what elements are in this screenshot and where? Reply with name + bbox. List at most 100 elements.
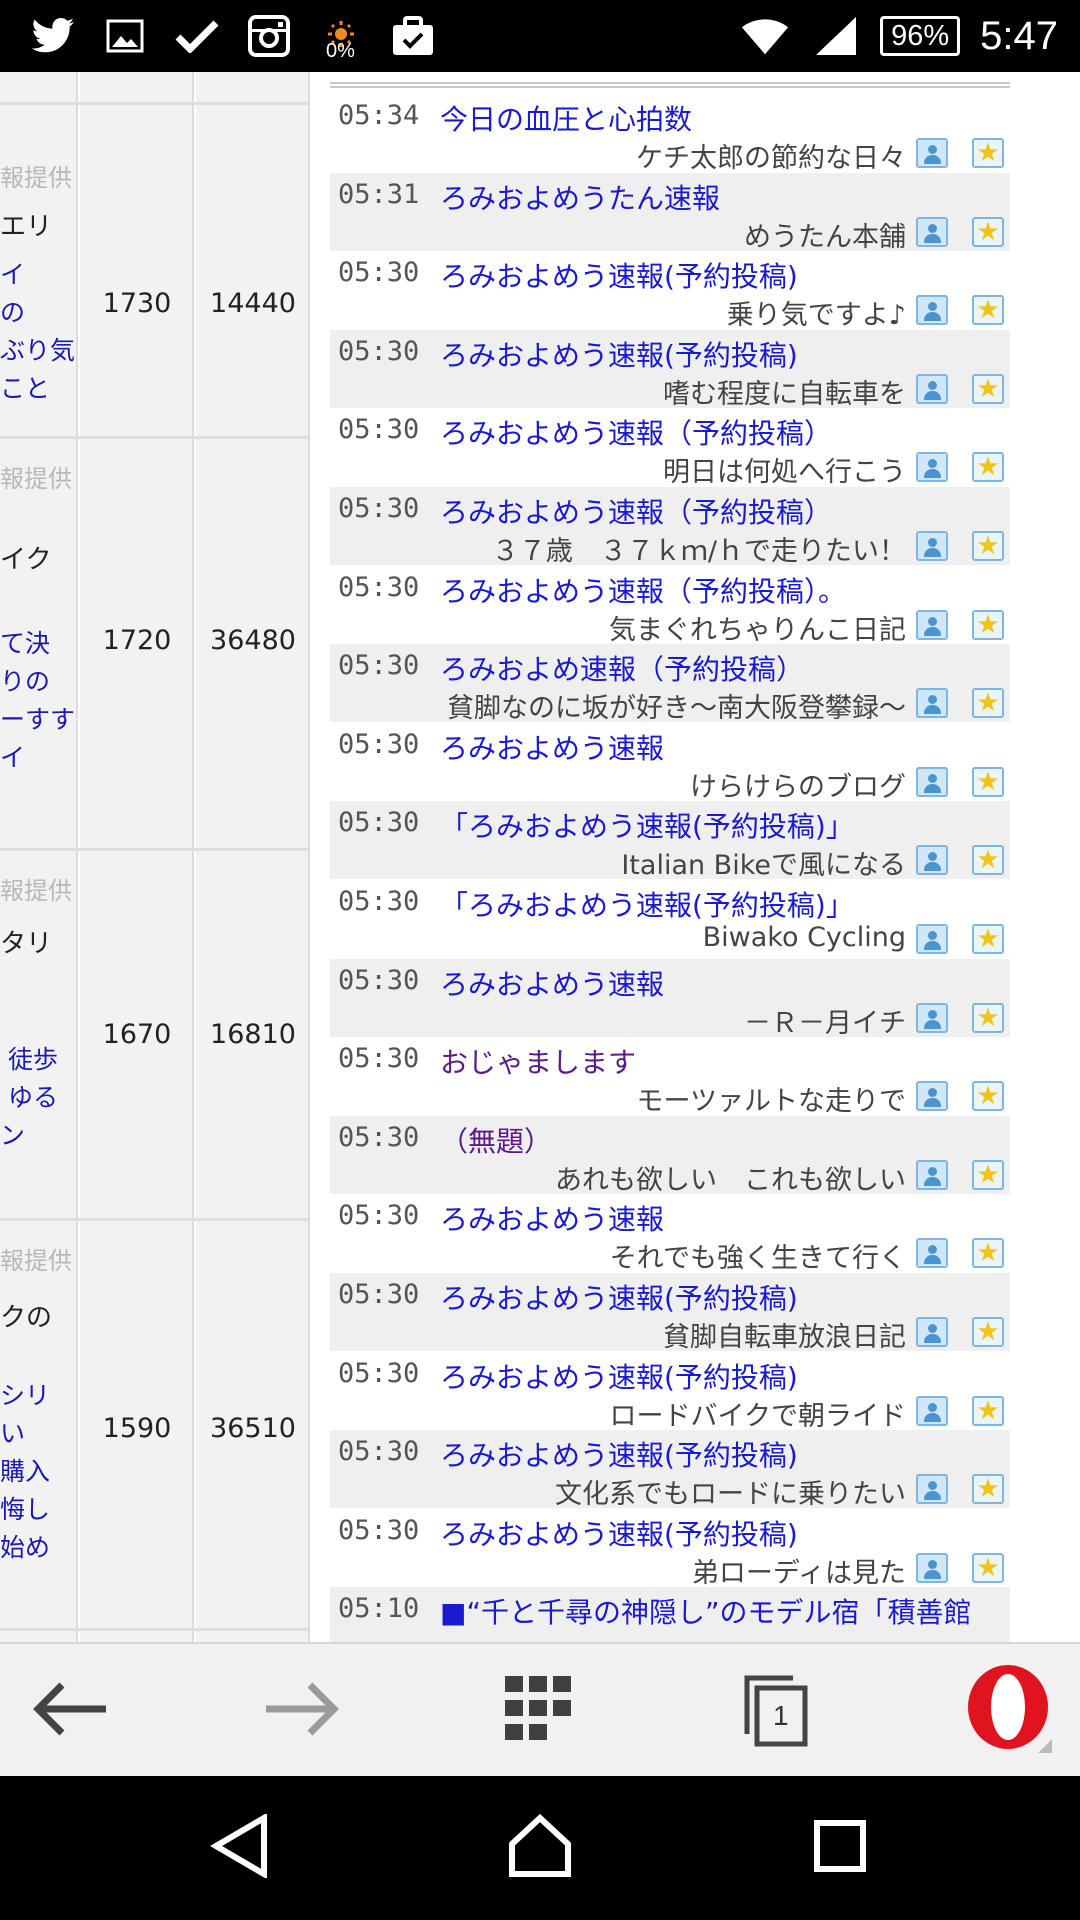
profile-icon[interactable] (916, 138, 948, 168)
article-link-fragment[interactable]: りの (0, 663, 50, 701)
article-link-fragment[interactable]: こと (0, 370, 50, 408)
article-link-fragment[interactable]: ン (0, 1117, 25, 1155)
blog-name: 文化系でもロードに乗りたい (555, 1479, 906, 1511)
entry-title-link[interactable]: ろみおよめう速報(予約投稿) (440, 1434, 798, 1474)
nav-home-button[interactable] (460, 1776, 620, 1920)
provider-label: 報提供 (0, 1247, 72, 1275)
web-page[interactable]: 報提供 エリ イ の ぶり気 こと 1730 14440 報提供 イク て決 り… (0, 72, 1080, 1642)
profile-icon[interactable] (916, 1002, 948, 1033)
nav-back-button[interactable] (160, 1776, 320, 1920)
star-favorite-icon[interactable]: ★ (972, 1081, 1004, 1112)
entry-title-link[interactable]: ろみおよめ速報（予約投稿） (440, 648, 804, 688)
opera-menu-icon (964, 1663, 1056, 1759)
entry-time: 05:30 (338, 335, 420, 367)
entry-time: 05:10 (338, 1593, 420, 1625)
entry-title-link[interactable]: 今日の血圧と心拍数 (440, 98, 692, 138)
star-favorite-icon[interactable]: ★ (972, 373, 1004, 404)
profile-icon[interactable] (916, 1395, 948, 1426)
entry-title-link[interactable]: おじゃまします (440, 1041, 636, 1081)
star-favorite-icon[interactable]: ★ (972, 216, 1004, 247)
back-button[interactable] (0, 1644, 140, 1778)
profile-icon[interactable] (916, 1159, 948, 1190)
star-favorite-icon[interactable]: ★ (972, 452, 1004, 483)
entry-title-link[interactable]: ろみおよめう速報（予約投稿） (440, 412, 832, 452)
star-favorite-icon[interactable]: ★ (972, 609, 1004, 640)
entry-title-link[interactable]: 「ろみおよめう速報(予約投稿)」 (440, 884, 854, 924)
entry-title-link[interactable]: ろみおよめう速報（予約投稿） (440, 491, 832, 531)
profile-icon[interactable] (916, 609, 948, 640)
article-link-fragment[interactable]: シリ (0, 1377, 50, 1415)
entry-title-link[interactable]: ろみおよめう速報 (440, 1198, 664, 1238)
in-points: 1720 (102, 625, 172, 656)
star-favorite-icon[interactable]: ★ (972, 1474, 1004, 1505)
star-favorite-icon[interactable]: ★ (972, 295, 1004, 326)
star-favorite-icon[interactable]: ★ (972, 1552, 1004, 1583)
entry-title-link[interactable]: ろみおよめう速報(予約投稿) (440, 334, 798, 374)
profile-icon[interactable] (916, 452, 948, 483)
entry-title-link[interactable]: （無題） (440, 1120, 552, 1160)
entry-title-link[interactable]: ろみおよめう速報(予約投稿) (440, 1277, 798, 1317)
star-favorite-icon[interactable]: ★ (972, 1159, 1004, 1190)
article-link-fragment[interactable]: イ (0, 256, 25, 294)
article-link-fragment[interactable]: ーすす (0, 701, 75, 739)
entry-title-link[interactable]: ろみおよめう速報(予約投稿) (440, 1513, 798, 1553)
profile-icon[interactable] (916, 216, 948, 247)
profile-icon[interactable] (916, 1552, 948, 1583)
article-link-fragment[interactable]: 徒歩 (8, 1041, 58, 1079)
speed-dial-button[interactable] (470, 1644, 610, 1778)
profile-icon[interactable] (916, 1474, 948, 1505)
entry-title-link[interactable]: ■“千と千尋の神隠し”のモデル宿「積善館 (440, 1591, 971, 1631)
blog-name: めうたん本舗 (744, 221, 906, 253)
tabs-button[interactable]: 1 (706, 1644, 846, 1778)
profile-icon[interactable] (916, 845, 948, 876)
opera-menu-button[interactable] (940, 1644, 1080, 1778)
star-favorite-icon[interactable]: ★ (972, 531, 1004, 561)
article-link-fragment[interactable]: イ (0, 739, 25, 777)
article-link-fragment[interactable]: て決 (0, 625, 50, 663)
article-link-fragment[interactable]: 始め (0, 1529, 50, 1567)
entry-title-link[interactable]: ろみおよめう速報 (440, 963, 664, 1003)
star-favorite-icon[interactable]: ★ (972, 924, 1004, 954)
profile-icon[interactable] (916, 688, 948, 719)
star-favorite-icon[interactable]: ★ (972, 1238, 1004, 1269)
profile-icon[interactable] (916, 1081, 948, 1112)
entry-time: 05:30 (338, 571, 420, 603)
entry-time: 05:30 (338, 964, 420, 996)
article-link-fragment[interactable]: の (0, 294, 25, 332)
entry-title-link[interactable]: ろみおよめう速報 (440, 727, 664, 767)
profile-icon[interactable] (916, 766, 948, 797)
ranking-table: 報提供 エリ イ の ぶり気 こと 1730 14440 報提供 イク て決 り… (0, 72, 310, 1642)
briefcase-check-icon (388, 11, 438, 61)
profile-icon[interactable] (916, 531, 948, 561)
blog-name-fragment: タリ (0, 929, 53, 959)
star-favorite-icon[interactable]: ★ (972, 1395, 1004, 1426)
profile-icon[interactable] (916, 373, 948, 404)
entry-title-link[interactable]: 「ろみおよめう速報(予約投稿)」 (440, 805, 854, 845)
profile-icon[interactable] (916, 295, 948, 326)
profile-icon[interactable] (916, 1317, 948, 1347)
profile-icon[interactable] (916, 1238, 948, 1269)
entry-time: 05:30 (338, 493, 420, 524)
article-link-fragment[interactable]: ゆる (8, 1079, 58, 1117)
table-row: 報提供 イク て決 りの ーすす イ 1720 36480 (0, 439, 310, 847)
entry-time: 05:30 (338, 650, 420, 682)
profile-icon[interactable] (916, 924, 948, 954)
blog-name: モーツァルトな走りで (636, 1086, 906, 1118)
forward-button[interactable] (232, 1644, 372, 1778)
star-favorite-icon[interactable]: ★ (972, 688, 1004, 719)
article-link-fragment[interactable]: ぶり気 (0, 332, 75, 370)
table-divider (0, 102, 310, 105)
nav-recents-button[interactable] (760, 1776, 920, 1920)
star-favorite-icon[interactable]: ★ (972, 1317, 1004, 1347)
star-favorite-icon[interactable]: ★ (972, 766, 1004, 797)
article-link-fragment[interactable]: 悔し (0, 1491, 50, 1529)
entry-title-link[interactable]: ろみおよめう速報(予約投稿) (440, 1356, 798, 1396)
star-favorite-icon[interactable]: ★ (972, 138, 1004, 168)
star-favorite-icon[interactable]: ★ (972, 1002, 1004, 1033)
article-link-fragment[interactable]: い (0, 1415, 25, 1453)
article-link-fragment[interactable]: 購入 (0, 1453, 50, 1491)
entry-title-link[interactable]: ろみおよめう速報（予約投稿）。 (440, 570, 846, 610)
entry-title-link[interactable]: ろみおよめうたん速報 (440, 177, 720, 217)
star-favorite-icon[interactable]: ★ (972, 845, 1004, 876)
entry-title-link[interactable]: ろみおよめう速報(予約投稿) (440, 255, 798, 295)
